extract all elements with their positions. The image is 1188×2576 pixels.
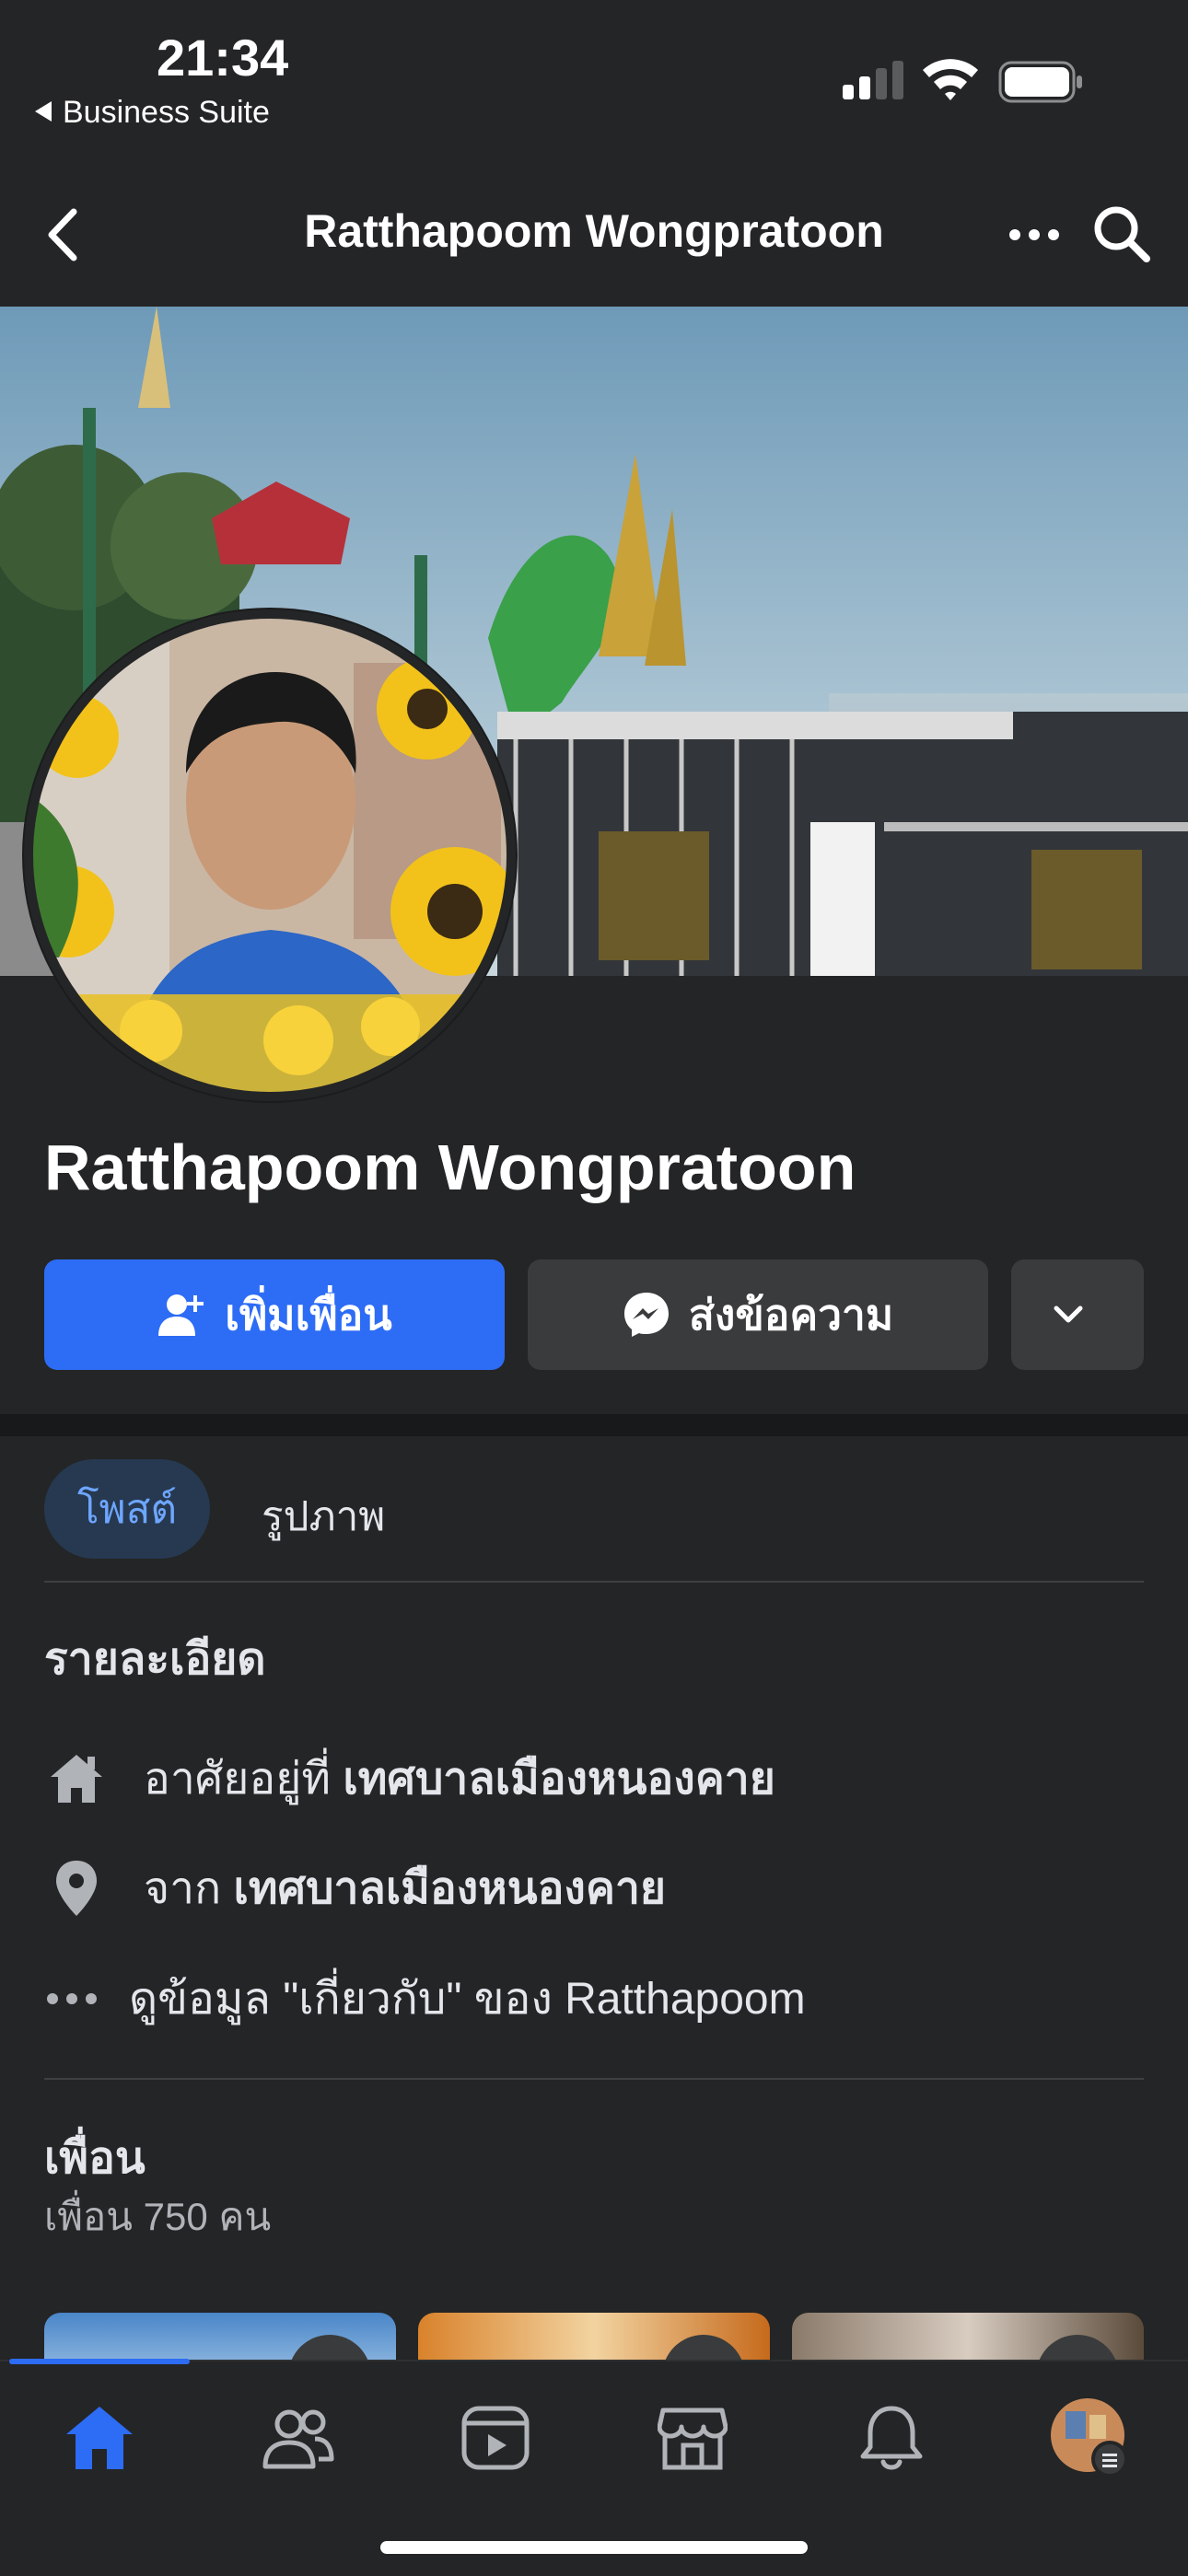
message-button[interactable]: ส่งข้อความ: [528, 1259, 988, 1370]
status-time: 21:34: [157, 29, 289, 87]
message-label: ส่งข้อความ: [688, 1290, 894, 1339]
section-divider: [0, 1414, 1188, 1436]
wifi-icon: [923, 59, 978, 100]
cellular-signal-icon: [843, 61, 903, 99]
details-heading: รายละเอียด: [44, 1635, 266, 1684]
about-link-label: ดูข้อมูล "เกี่ยวกับ" ของ Ratthapoom: [129, 1975, 806, 2024]
notifications-tab-icon[interactable]: [847, 2394, 936, 2482]
search-icon[interactable]: [1092, 204, 1151, 263]
avatar-photo: [24, 609, 516, 1101]
ellipsis-icon: [44, 1967, 99, 2031]
profile-tab-avatar[interactable]: [1046, 2394, 1135, 2482]
profile-name: Ratthapoom Wongpratoon: [44, 1131, 856, 1203]
messenger-icon: [623, 1293, 669, 1337]
lives-in-prefix: อาศัยอยู่ที่: [144, 1755, 344, 1804]
tab-photos[interactable]: รูปภาพ: [262, 1484, 385, 1549]
divider: [44, 2078, 1144, 2080]
add-friend-label: เพิ่มเพื่อน: [225, 1290, 392, 1339]
back-app-label: Business Suite: [63, 95, 270, 130]
lives-in-place[interactable]: เทศบาลเมืองหนองคาย: [343, 1744, 775, 1814]
from-place[interactable]: เทศบาลเมืองหนองคาย: [233, 1853, 666, 1923]
back-to-app-link[interactable]: Business Suite: [35, 95, 270, 131]
add-person-icon: [158, 1294, 204, 1336]
from-prefix: จาก: [144, 1864, 234, 1913]
friends-count: เพื่อน 750 คน: [44, 2195, 272, 2238]
friends-tab-icon[interactable]: [254, 2394, 343, 2482]
friends-heading: เพื่อน: [44, 2134, 146, 2183]
divider: [44, 1581, 1144, 1583]
video-tab-icon[interactable]: [451, 2394, 540, 2482]
more-icon[interactable]: [1007, 221, 1061, 249]
marketplace-tab-icon[interactable]: [648, 2394, 737, 2482]
tab-posts[interactable]: โพสต์: [44, 1459, 210, 1559]
detail-from: จาก เทศบาลเมืองหนองคาย: [44, 1853, 666, 1923]
battery-icon: [998, 61, 1082, 103]
add-friend-button[interactable]: เพิ่มเพื่อน: [44, 1259, 505, 1370]
chevron-down-icon: [1054, 1305, 1083, 1323]
home-indicator[interactable]: [380, 2541, 808, 2554]
detail-about-link[interactable]: ดูข้อมูล "เกี่ยวกับ" ของ Ratthapoom: [44, 1964, 806, 2034]
back-triangle-icon: [35, 101, 52, 122]
pin-icon: [44, 1856, 109, 1920]
more-options-button[interactable]: [1011, 1259, 1144, 1370]
home-tab-icon[interactable]: [55, 2394, 144, 2482]
profile-avatar[interactable]: [22, 608, 518, 1103]
detail-lives-in: อาศัยอยู่ที่ เทศบาลเมืองหนองคาย: [44, 1744, 775, 1814]
active-tab-indicator: [9, 2359, 190, 2364]
home-icon: [44, 1746, 109, 1811]
